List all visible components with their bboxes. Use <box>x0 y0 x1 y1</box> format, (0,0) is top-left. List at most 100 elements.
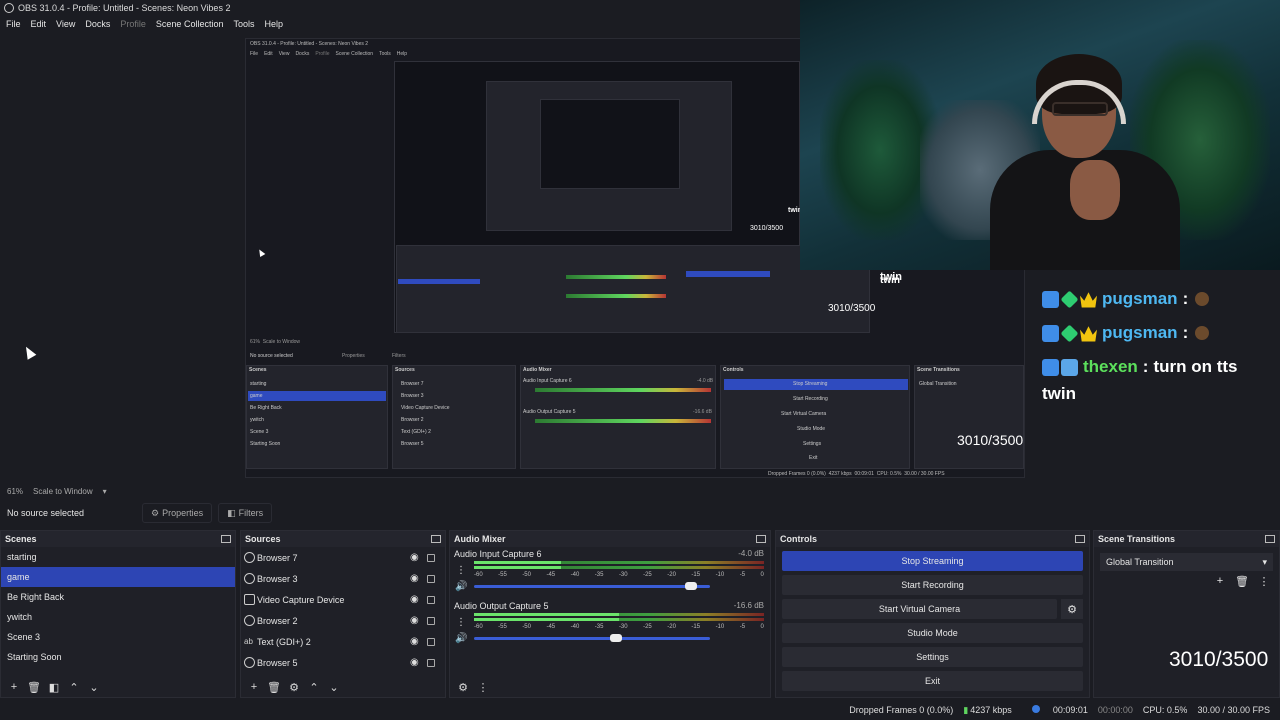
undock-icon[interactable] <box>431 535 441 543</box>
meter-ticks: -60 -55 -50 -45 -40 -35 -30 -25 -20 -15 -10 -5 0 <box>474 624 764 630</box>
scale-select[interactable]: Scale to Window <box>33 487 93 496</box>
source-item[interactable]: Video Capture Device ◉ <box>241 589 445 610</box>
gear-icon[interactable]: ⚙ <box>285 680 303 694</box>
arrow-up-icon[interactable]: ⌃ <box>65 680 83 694</box>
cpu-usage: CPU: 0.5% <box>1142 705 1188 715</box>
menu-file[interactable]: File <box>6 19 21 29</box>
trash-icon[interactable]: 🗑 <box>25 680 43 694</box>
undock-icon[interactable] <box>1265 535 1275 543</box>
start-recording-button[interactable]: Start Recording <box>782 575 1083 595</box>
more-vertical-icon[interactable]: ⋮ <box>456 565 466 576</box>
speaker-icon[interactable]: 🔊 <box>455 633 467 644</box>
lock-icon[interactable] <box>427 658 435 667</box>
crown-badge-icon <box>1080 326 1097 342</box>
scene-item[interactable]: ywitch <box>1 607 235 627</box>
eye-icon[interactable]: ◉ <box>410 594 422 605</box>
chevron-down-icon: ▾ <box>1262 556 1267 567</box>
volume-knob[interactable] <box>685 582 698 590</box>
hammer-badge-icon <box>1042 358 1059 376</box>
exit-button[interactable]: Exit <box>782 671 1083 691</box>
filters-button[interactable]: ◧ Filters <box>218 503 273 523</box>
stream-time: 00:09:01 <box>1022 705 1088 715</box>
volume-slider[interactable] <box>474 582 710 590</box>
menu-edit[interactable]: Edit <box>31 19 47 29</box>
eye-icon[interactable]: ◉ <box>410 615 422 626</box>
speaker-icon[interactable]: 🔊 <box>455 581 467 592</box>
add-icon[interactable]: + <box>245 680 263 694</box>
dropped-frames: Dropped Frames 0 (0.0%) <box>849 705 954 715</box>
menu-help[interactable]: Help <box>264 19 283 29</box>
source-item[interactable]: Browser 7 ◉ <box>241 547 445 568</box>
hammer-badge-icon <box>1042 324 1059 342</box>
controls-dock-header: Controls <box>776 531 1089 547</box>
channel-db: -16.6 dB <box>733 601 764 610</box>
trash-icon[interactable]: 🗑 <box>1233 575 1251 588</box>
menu-scene-collection[interactable]: Scene Collection <box>156 19 224 29</box>
meter-ticks: -60 -55 -50 -45 -40 -35 -30 -25 -20 -15 -10 -5 0 <box>474 572 764 578</box>
volume-knob[interactable] <box>609 634 622 642</box>
scene-item[interactable]: Scene 3 <box>1 627 235 647</box>
menu-profile[interactable]: Profile <box>120 19 146 29</box>
undock-icon[interactable] <box>221 535 231 543</box>
channel-db: -4.0 dB <box>738 549 764 558</box>
undock-icon[interactable] <box>1075 535 1085 543</box>
scenes-footer: + 🗑 ◧ ⌃ ⌄ <box>1 677 235 697</box>
transition-select[interactable]: Global Transition ▾ <box>1100 553 1273 571</box>
source-item[interactable]: Browser 3 ◉ <box>241 568 445 589</box>
gear-icon[interactable]: ⚙ <box>454 680 472 694</box>
source-item[interactable]: Browser 5 ◉ <box>241 652 445 673</box>
arrow-down-icon[interactable]: ⌄ <box>85 680 103 694</box>
sources-dock: Sources Browser 7 ◉ Browser 3 ◉ Video Ca… <box>240 530 446 698</box>
undock-icon[interactable] <box>756 535 766 543</box>
eye-icon[interactable]: ◉ <box>410 657 422 668</box>
menu-bar: File Edit View Docks Profile Scene Colle… <box>0 16 800 32</box>
start-virtual-camera-button[interactable]: Start Virtual Camera <box>782 599 1057 619</box>
eye-icon[interactable]: ◉ <box>410 573 422 584</box>
scene-item[interactable]: Starting Soon <box>1 647 235 667</box>
source-item[interactable]: ab Text (GDI+) 2 ◉ <box>241 631 445 652</box>
fps: 30.00 / 30.00 FPS <box>1197 705 1270 715</box>
lock-icon[interactable] <box>427 616 435 625</box>
add-icon[interactable]: + <box>5 680 23 694</box>
add-icon[interactable]: + <box>1211 575 1229 588</box>
arrow-down-icon[interactable]: ⌄ <box>325 680 343 694</box>
studio-mode-button[interactable]: Studio Mode <box>782 623 1083 643</box>
lock-icon[interactable] <box>427 637 435 646</box>
transitions-title: Scene Transitions <box>1098 534 1176 544</box>
scene-item-selected[interactable]: game <box>1 567 235 587</box>
stop-streaming-button[interactable]: Stop Streaming <box>782 551 1083 571</box>
menu-view[interactable]: View <box>56 19 75 29</box>
eye-icon[interactable]: ◉ <box>410 636 422 647</box>
menu-docks[interactable]: Docks <box>85 19 110 29</box>
chevron-down-icon[interactable]: ▾ <box>103 487 107 496</box>
diamond-badge-icon <box>1060 289 1079 309</box>
filter-icon[interactable]: ◧ <box>45 680 63 694</box>
properties-button[interactable]: ⚙ Properties <box>142 503 213 523</box>
chat-text-wrap: twin <box>1042 384 1076 403</box>
eye-icon[interactable]: ◉ <box>410 552 422 563</box>
scene-item[interactable]: starting <box>1 547 235 567</box>
source-item[interactable]: Browser 2 ◉ <box>241 610 445 631</box>
more-vertical-icon[interactable]: ⋮ <box>456 617 466 628</box>
nested-scenes-dock: Scenes starting game Be Right Back ywitc… <box>246 365 388 469</box>
menu-tools[interactable]: Tools <box>233 19 254 29</box>
nested-mixer-dock: Audio Mixer Audio Input Capture 6 -4.0 d… <box>520 365 716 469</box>
lock-icon[interactable] <box>427 553 435 562</box>
volume-slider[interactable] <box>474 634 710 642</box>
more-vertical-icon[interactable]: ⋮ <box>1255 575 1273 588</box>
chat-text: turn on tts <box>1153 357 1238 376</box>
lock-icon[interactable] <box>427 595 435 604</box>
scene-item[interactable]: Be Right Back <box>1 587 235 607</box>
globe-icon <box>244 615 255 626</box>
more-vertical-icon[interactable]: ⋮ <box>474 680 492 694</box>
settings-button[interactable]: Settings <box>782 647 1083 667</box>
gear-icon[interactable]: ⚙ <box>1061 599 1083 619</box>
chat-message: thexen : turn on tts <box>1042 350 1280 384</box>
nested-filters: Filters <box>392 353 406 359</box>
transition-tools: + 🗑 ⋮ <box>1207 575 1273 588</box>
inner-counter-a: 3010/3500 <box>828 303 876 314</box>
virtual-camera-row: Start Virtual Camera ⚙ <box>782 599 1083 619</box>
arrow-up-icon[interactable]: ⌃ <box>305 680 323 694</box>
lock-icon[interactable] <box>427 574 435 583</box>
trash-icon[interactable]: 🗑 <box>265 680 283 694</box>
